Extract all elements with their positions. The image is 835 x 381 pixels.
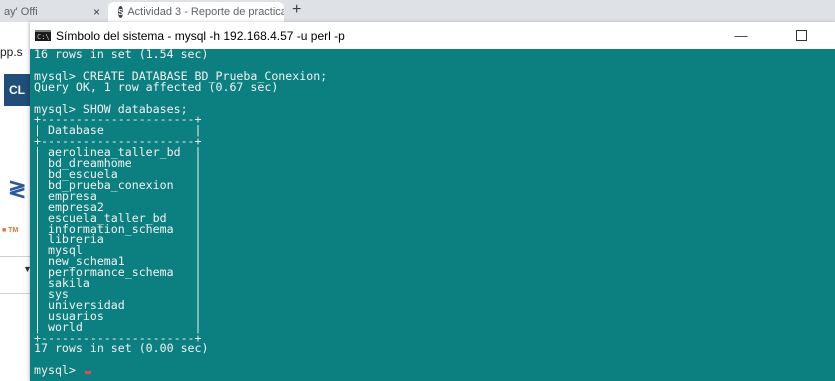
console-title: Símbolo del sistema - mysql -h 192.168.4…	[56, 28, 345, 43]
terminal-line: 16 rows in set (1.54 sec)	[34, 49, 209, 61]
browser-tab-1-label: ay' Offi	[4, 6, 38, 18]
minimize-icon: —	[734, 28, 748, 43]
maximize-button[interactable]	[778, 22, 824, 49]
background-cl-button[interactable]: CL	[4, 74, 30, 106]
minimize-button[interactable]: —	[718, 22, 764, 49]
background-dropdown[interactable]	[0, 256, 31, 294]
console-title-bar[interactable]: C:\ Símbolo del sistema - mysql -h 192.1…	[30, 22, 835, 49]
browser-tab-1[interactable]: ay' Offi ×	[0, 2, 108, 22]
browser-tab-2[interactable]: S Actividad 3 - Reporte de practica ×	[108, 2, 284, 22]
command-prompt-icon: C:\	[35, 30, 51, 41]
background-logo-icon: ≷	[8, 176, 27, 201]
terminal-prompt: mysql>	[34, 363, 83, 378]
close-icon[interactable]: ×	[93, 5, 100, 19]
console-window[interactable]: C:\ Símbolo del sistema - mysql -h 192.1…	[30, 22, 835, 381]
browser-tab-2-label: Actividad 3 - Reporte de practica	[127, 6, 284, 18]
terminal-cursor	[84, 371, 91, 375]
background-tm-label: ■ TM	[2, 227, 19, 234]
terminal-line: Query OK, 1 row affected (0.67 sec)	[34, 79, 279, 94]
background-url-fragment: pp.s	[0, 45, 23, 59]
maximize-icon	[795, 30, 807, 41]
browser-tab-strip: ay' Offi × S Actividad 3 - Reporte de pr…	[0, 0, 835, 22]
terminal-line: 17 rows in set (0.00 sec)	[34, 341, 209, 356]
terminal-output[interactable]: 16 rows in set (1.54 sec) mysql> CREATE …	[34, 49, 824, 381]
new-tab-button[interactable]: +	[292, 1, 301, 19]
